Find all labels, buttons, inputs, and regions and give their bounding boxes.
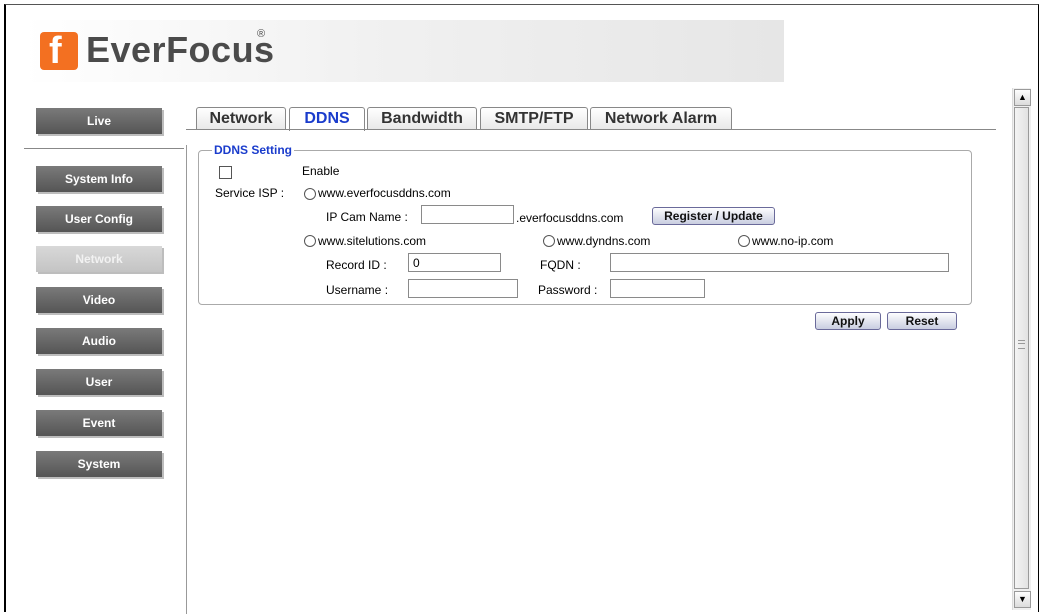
fqdn-input[interactable] xyxy=(610,253,949,272)
password-input[interactable] xyxy=(610,279,705,298)
tab-baseline xyxy=(186,129,996,130)
scrollbar-thumb[interactable] xyxy=(1014,107,1029,589)
isp-everfocus-label: www.everfocusddns.com xyxy=(318,186,451,200)
isp-sitelutions-label: www.sitelutions.com xyxy=(318,234,427,248)
ip-cam-name-input[interactable] xyxy=(421,205,514,224)
domain-suffix-label: .everfocusddns.com xyxy=(516,211,624,225)
nav-live-button[interactable]: Live xyxy=(36,108,162,134)
isp-noip-radio[interactable] xyxy=(738,235,750,247)
registered-mark: ® xyxy=(257,28,266,40)
isp-noip-label: www.no-ip.com xyxy=(752,234,834,248)
fqdn-label: FQDN : xyxy=(540,258,581,272)
scroll-down-icon[interactable]: ▼ xyxy=(1014,591,1031,608)
isp-dyndns-radio[interactable] xyxy=(543,235,555,247)
record-id-label: Record ID : xyxy=(326,258,387,272)
nav-audio-button[interactable]: Audio xyxy=(36,328,162,354)
nav-event-button[interactable]: Event xyxy=(36,410,162,436)
tab-ddns[interactable]: DDNS xyxy=(289,107,365,131)
everfocus-logo-icon: f xyxy=(40,30,78,72)
content-divider xyxy=(186,145,187,614)
isp-sitelutions-radio[interactable] xyxy=(304,235,316,247)
enable-label: Enable xyxy=(302,164,340,178)
nav-network-button[interactable]: Network xyxy=(36,246,162,272)
vertical-scrollbar[interactable]: ▲ ▼ xyxy=(1012,88,1031,610)
scroll-up-icon[interactable]: ▲ xyxy=(1014,89,1031,106)
ip-cam-name-label: IP Cam Name : xyxy=(326,210,408,224)
password-label: Password : xyxy=(538,283,598,297)
nav-video-button[interactable]: Video xyxy=(36,287,162,313)
ddns-setting-legend: DDNS Setting xyxy=(212,143,294,157)
reset-button[interactable]: Reset xyxy=(887,312,957,330)
enable-checkbox[interactable] xyxy=(219,166,232,179)
tab-network[interactable]: Network xyxy=(196,107,286,130)
nav-user-config-button[interactable]: User Config xyxy=(36,206,162,232)
tab-smtp-ftp[interactable]: SMTP/FTP xyxy=(480,107,588,130)
apply-button[interactable]: Apply xyxy=(815,312,881,330)
username-label: Username : xyxy=(326,283,389,297)
logo-banner: f EverFocus ® xyxy=(24,20,784,82)
nav-divider xyxy=(24,148,184,149)
brand-name: EverFocus xyxy=(86,29,275,70)
service-isp-label: Service ISP : xyxy=(215,186,285,200)
tab-bandwidth[interactable]: Bandwidth xyxy=(367,107,477,130)
tab-network-alarm[interactable]: Network Alarm xyxy=(590,107,732,130)
isp-everfocus-radio[interactable] xyxy=(304,188,316,200)
username-input[interactable] xyxy=(408,279,518,298)
record-id-input[interactable] xyxy=(408,253,501,272)
isp-dyndns-label: www.dyndns.com xyxy=(557,234,651,248)
grip-icon xyxy=(1018,340,1025,349)
nav-system-info-button[interactable]: System Info xyxy=(36,166,162,192)
nav-system-button[interactable]: System xyxy=(36,451,162,477)
register-update-button[interactable]: Register / Update xyxy=(652,207,775,225)
nav-user-button[interactable]: User xyxy=(36,369,162,395)
